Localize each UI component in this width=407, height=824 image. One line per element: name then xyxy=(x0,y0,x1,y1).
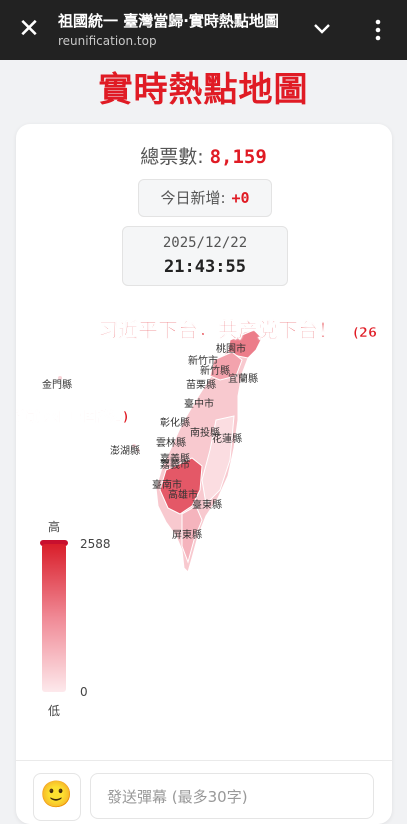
today-new-value: +0 xyxy=(231,189,250,207)
total-votes-label: 總票數: xyxy=(140,146,204,168)
map-label: 澎湖縣 xyxy=(110,446,140,457)
map-label: 花蓮縣 xyxy=(212,434,242,445)
map-label: 臺東縣 xyxy=(192,500,222,511)
page-url: reunification.top xyxy=(58,34,157,48)
emoji-icon[interactable]: 🙂 xyxy=(40,780,72,810)
map-label: 新竹縣 xyxy=(200,366,230,377)
clock-date: 2025/12/22 xyxy=(162,235,248,251)
today-new: 今日新增: +0 xyxy=(138,179,272,217)
legend-high-label: 高 xyxy=(48,520,61,534)
clock-time: 21:43:55 xyxy=(164,257,246,277)
legend-low-label: 低 xyxy=(48,704,61,718)
more-vertical-icon[interactable] xyxy=(368,18,388,42)
today-new-label: 今日新增: xyxy=(160,189,226,207)
chevron-down-icon[interactable] xyxy=(310,16,334,40)
legend-color-scale xyxy=(42,544,66,692)
total-votes-value: 8,159 xyxy=(209,146,267,168)
total-votes: 總票數: 8,159 xyxy=(0,142,407,169)
danmaku-text: 习近平下台，共产党下台！ xyxy=(98,318,339,343)
page-title: 祖國統一 臺灣當歸·實時熱點地圖 xyxy=(58,12,279,30)
clock-box: 2025/12/22 21:43:55 xyxy=(122,226,288,286)
map-label: 臺中市 xyxy=(184,399,214,410)
legend-min-value: 0 xyxy=(80,685,88,699)
map-label: 宜蘭縣 xyxy=(228,374,258,385)
danmaku-tail: (26 xyxy=(352,326,378,342)
page-heading: 實時熱點地圖 xyxy=(98,70,309,110)
legend-max-value: 2588 xyxy=(80,537,111,551)
danmaku-input[interactable]: 發送彈幕 (最多30字) xyxy=(90,773,374,819)
taiwan-map[interactable] xyxy=(16,300,392,590)
danmaku-message: 鐘前 来自中国香港) xyxy=(16,410,129,426)
browser-top-bar: ✕ 祖國統一 臺灣當歸·實時熱點地圖 reunification.top xyxy=(0,0,407,60)
map-label: 嘉義市 xyxy=(160,460,190,471)
map-label: 苗栗縣 xyxy=(186,380,216,391)
map-label: 屏東縣 xyxy=(172,530,202,541)
danmaku-message: 习近平下台，共产党下台！ (26 xyxy=(98,314,378,343)
heat-map[interactable]: 桃園市 新竹市 新竹縣 苗栗縣 宜蘭縣 臺中市 彰化縣 南投縣 雲林縣 花蓮縣 … xyxy=(16,300,392,590)
map-label: 金門縣 xyxy=(42,380,72,391)
map-label: 雲林縣 xyxy=(156,438,186,449)
close-icon[interactable]: ✕ xyxy=(16,14,42,44)
map-label: 彰化縣 xyxy=(160,418,190,429)
